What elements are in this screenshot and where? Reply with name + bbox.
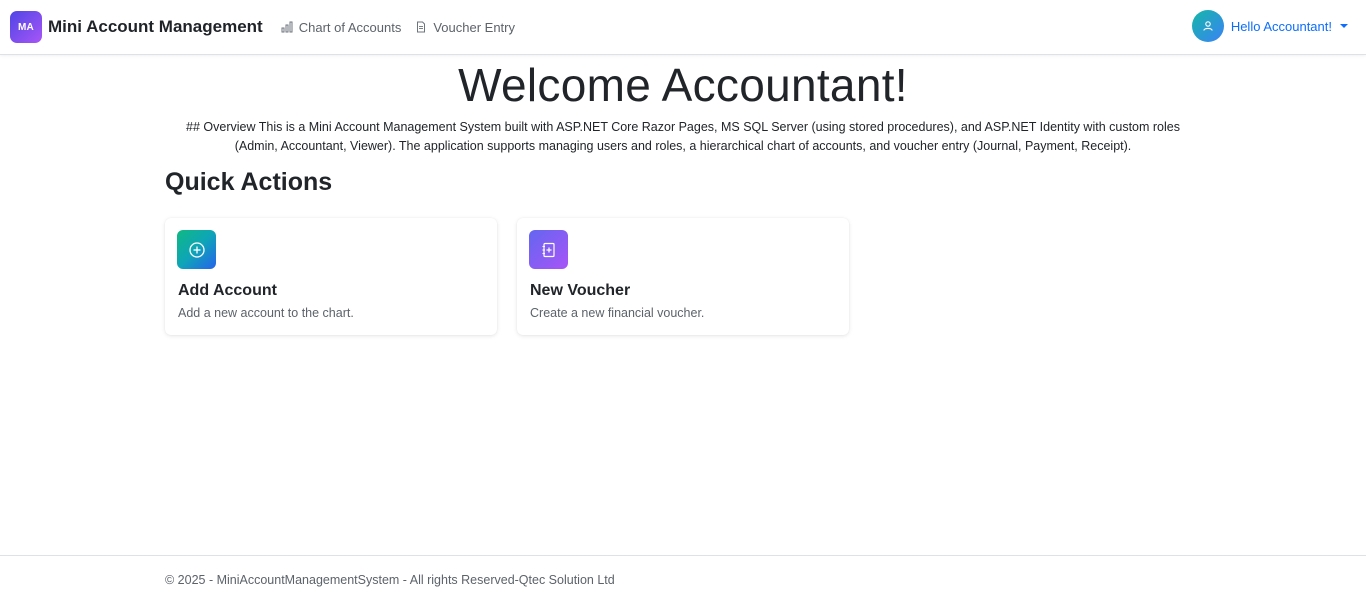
brand-link[interactable]: MA Mini Account Management	[10, 11, 263, 43]
new-voucher-card[interactable]: New Voucher Create a new financial vouch…	[517, 218, 849, 335]
add-account-card[interactable]: Add Account Add a new account to the cha…	[165, 218, 497, 335]
nav-link-label: Voucher Entry	[433, 19, 515, 35]
new-voucher-icon-box	[529, 230, 568, 269]
brand-logo: MA	[10, 11, 42, 43]
nav-links: Chart of Accounts Voucher Entry	[281, 20, 529, 35]
plus-circle-icon	[188, 241, 205, 258]
footer: © 2025 - MiniAccountManagementSystem - A…	[0, 555, 1366, 604]
page-title: Welcome Accountant!	[458, 59, 908, 111]
top-navbar: MA Mini Account Management Chart of Acco…	[0, 0, 1366, 55]
card-description: Create a new financial voucher.	[530, 306, 705, 320]
avatar	[1191, 10, 1224, 42]
brand-name: Mini Account Management	[48, 17, 263, 36]
overview-text: ## Overview This is a Mini Account Manag…	[186, 120, 1180, 153]
chevron-down-icon	[1340, 24, 1348, 28]
card-title: New Voucher	[530, 282, 631, 299]
bar-chart-icon	[281, 21, 293, 33]
card-title: Add Account	[178, 282, 277, 299]
nav-link-chart-of-accounts[interactable]: Chart of Accounts	[281, 19, 402, 35]
user-dropdown[interactable]: Hello Accountant!	[1191, 10, 1348, 42]
user-greeting: Hello Accountant!	[1230, 18, 1332, 34]
add-account-icon-box	[177, 230, 216, 269]
quick-actions-heading: Quick Actions	[165, 168, 333, 196]
footer-copyright: © 2025 - MiniAccountManagementSystem - A…	[165, 573, 615, 587]
card-description: Add a new account to the chart.	[178, 306, 354, 320]
user-icon	[1203, 21, 1213, 31]
nav-link-voucher-entry[interactable]: Voucher Entry	[415, 20, 515, 35]
journal-plus-icon	[542, 242, 555, 257]
document-icon	[417, 21, 426, 33]
nav-link-label: Chart of Accounts	[298, 19, 402, 35]
